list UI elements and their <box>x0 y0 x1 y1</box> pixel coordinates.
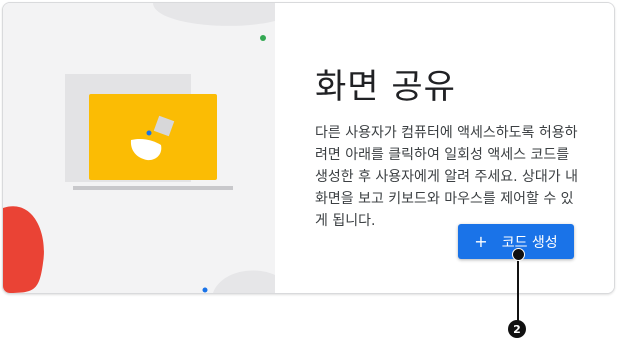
card-content: 화면 공유 다른 사용자가 컴퓨터에 액세스하도록 허용하려면 아래를 클릭하여… <box>275 3 614 293</box>
screen-share-illustration <box>3 3 275 293</box>
screen-dot <box>146 130 152 136</box>
shared-screen <box>89 94 217 180</box>
card-description: 다른 사용자가 컴퓨터에 액세스하도록 허용하려면 아래를 클릭하여 일회성 액… <box>315 125 578 229</box>
bottom-blob <box>213 270 275 293</box>
laptop-base <box>73 186 233 190</box>
illustration-graphic <box>3 3 275 293</box>
callout-line <box>517 252 519 326</box>
generate-code-label: 코드 생성 <box>501 234 558 251</box>
red-blob <box>3 206 44 293</box>
top-blob <box>153 3 275 26</box>
callout-badge: 2 <box>508 320 526 338</box>
green-dot <box>260 35 266 41</box>
callout-pointer <box>512 248 525 261</box>
plus-icon: + <box>474 232 488 251</box>
card-title: 화면 공유 <box>315 67 456 107</box>
blue-dot <box>202 287 208 293</box>
